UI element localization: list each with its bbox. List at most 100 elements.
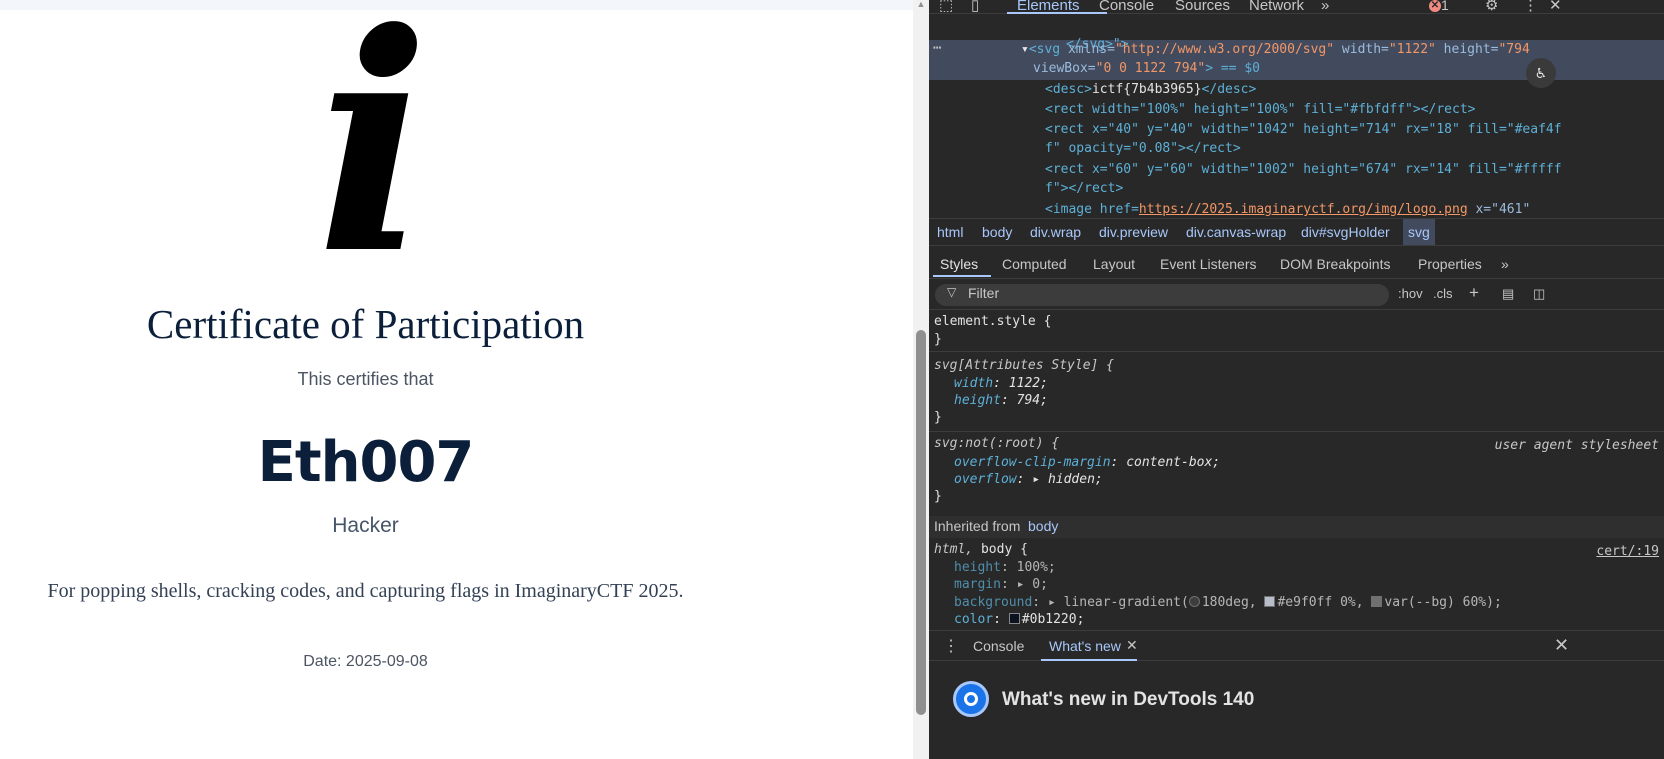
tab-properties[interactable]: Properties (1418, 256, 1482, 272)
angle-swatch-icon[interactable] (1188, 596, 1200, 607)
rule-element-style-open: element.style { (934, 314, 1052, 329)
node-actions-ellipsis-icon[interactable]: ⋯ (933, 40, 941, 56)
image-href-link[interactable]: https://2025.imaginaryctf.org/img/logo.p… (1139, 202, 1468, 217)
rule-overflow-decl[interactable]: overflow: ▸ hidden; (954, 472, 1103, 487)
drawer-tab-console[interactable]: Console (973, 638, 1024, 654)
rule-background-decl[interactable]: background: ▸ linear-gradient(180deg, #e… (954, 595, 1502, 610)
recipient-role: Hacker (332, 514, 399, 537)
tab-dom-breakpoints[interactable]: DOM Breakpoints (1280, 256, 1390, 272)
certificate-title: Certificate of Participation (146, 301, 585, 347)
rule-not-root-selector: svg:not(:root) { (934, 436, 1060, 451)
breadcrumb-div-canvas-wrap[interactable]: div.canvas-wrap (1186, 224, 1286, 240)
breadcrumb-div-wrap[interactable]: div.wrap (1030, 224, 1081, 240)
active-subtab-indicator (933, 275, 991, 277)
expand-triangle-icon[interactable]: ▾ (1021, 42, 1029, 57)
color-swatch-icon[interactable] (1264, 596, 1276, 607)
more-tabs-icon[interactable]: » (1321, 0, 1329, 14)
tab-computed[interactable]: Computed (1002, 256, 1067, 272)
page-scrollbar-thumb[interactable] (916, 330, 926, 715)
expand-triangle-icon[interactable]: ▸ (1032, 472, 1048, 487)
device-toolbar-icon[interactable]: ▯ (971, 0, 979, 14)
rule-color-decl[interactable]: color: #0b1220; (954, 612, 1084, 627)
styles-subtabs: Styles Computed Layout Event Listeners D… (929, 247, 1664, 279)
filter-placeholder: Filter (968, 285, 1000, 301)
page-scrollbar[interactable]: ▲ (913, 0, 929, 759)
breadcrumb-svg[interactable]: svg (1403, 219, 1435, 245)
chrome-devtools-logo-icon (953, 681, 989, 717)
more-options-icon[interactable]: ⋮ (1523, 0, 1538, 14)
tab-event-listeners[interactable]: Event Listeners (1160, 256, 1257, 272)
rule-html-body-selector: html, body { (934, 542, 1028, 557)
new-rule-plus-icon[interactable]: + (1469, 283, 1479, 303)
dom-line-rect-frame-cont[interactable]: f" opacity="0.08"></rect> (1045, 141, 1241, 156)
drawer-tab-whats-new[interactable]: What's new (1049, 638, 1121, 654)
inherited-from-body-link[interactable]: body (1028, 518, 1058, 534)
tab-console[interactable]: Console (1099, 0, 1154, 14)
dom-line-svg-viewbox[interactable]: viewBox="0 0 1122 794"> == $0 (1033, 61, 1260, 76)
dom-line-image[interactable]: <image href=https://2025.imaginaryctf.or… (1045, 202, 1530, 217)
whats-new-title: What's new in DevTools 140 (1002, 689, 1255, 710)
style-rules: element.style { } svg[Attributes Style] … (929, 311, 1664, 629)
scroll-up-arrow-icon[interactable]: ▲ (916, 0, 926, 9)
dom-line-rect-inner[interactable]: <rect x="60" y="60" width="1002" height=… (1045, 162, 1562, 177)
drawer-tabs: ⋮ Console What's new ✕ ✕ (929, 631, 1664, 661)
filter-funnel-icon: ▽ (947, 285, 957, 299)
accessibility-tree-icon[interactable]: ♿ (1526, 58, 1556, 88)
breadcrumb-html[interactable]: html (937, 224, 963, 240)
certificate-page: i Certificate of Participation This cert… (0, 0, 913, 759)
close-tab-icon[interactable]: ✕ (1126, 637, 1138, 654)
close-drawer-icon[interactable]: ✕ (1554, 635, 1569, 656)
expand-triangle-icon[interactable]: ▸ (1048, 595, 1064, 610)
tab-network[interactable]: Network (1249, 0, 1304, 14)
dom-line-desc[interactable]: <desc>ictf{7b4b3965}</desc> (1045, 82, 1256, 97)
rule-divider (929, 431, 1664, 432)
rule-width-decl[interactable]: width: 1122; (954, 376, 1048, 391)
tab-sources[interactable]: Sources (1175, 0, 1230, 14)
devtools-toolbar: ⬚ ▯ Elements Console Sources Network » ✕… (929, 0, 1664, 14)
tab-layout[interactable]: Layout (1093, 256, 1135, 272)
rule-attr-style-close: } (934, 410, 942, 425)
dom-line-rect-inner-cont[interactable]: f"></rect> (1045, 181, 1123, 196)
expand-triangle-icon[interactable]: ▸ (1017, 577, 1033, 592)
color-swatch-icon[interactable] (1371, 596, 1383, 607)
toggle-sidebar-icon[interactable]: ◫ (1533, 286, 1545, 302)
hover-state-toggle[interactable]: :hov (1398, 286, 1423, 301)
dom-line-svg-open[interactable]: ▾<svg xmlns="http://www.w3.org/2000/svg"… (1021, 42, 1530, 57)
error-icon[interactable]: ✕ (1429, 0, 1441, 12)
breadcrumb-div-preview[interactable]: div.preview (1099, 224, 1168, 240)
breadcrumb-body[interactable]: body (982, 224, 1012, 240)
paint-brush-icon[interactable]: ▤ (1502, 286, 1514, 302)
rule-not-root-close: } (934, 489, 942, 504)
error-count[interactable]: 1 (1441, 0, 1449, 13)
rule-element-style-close: } (934, 332, 942, 347)
tab-styles[interactable]: Styles (940, 256, 978, 272)
drawer-menu-icon[interactable]: ⋮ (943, 636, 959, 656)
rule-height-decl[interactable]: height: 794; (954, 393, 1048, 408)
recipient-name: Eth007 (257, 430, 475, 495)
drawer-active-indicator (1041, 659, 1137, 661)
settings-gear-icon[interactable]: ⚙ (1485, 0, 1498, 14)
ictf-logo: i (316, 0, 430, 320)
logo-inner-ring (964, 692, 978, 706)
inherited-from-row: Inherited from body (929, 516, 1664, 538)
rule-height-100-decl[interactable]: height: 100%; (954, 560, 1056, 575)
dom-line-rect-frame[interactable]: <rect x="40" y="40" width="1042" height=… (1045, 122, 1562, 137)
rule-margin-decl[interactable]: margin: ▸ 0; (954, 577, 1048, 592)
rule-divider (929, 351, 1664, 352)
certificate-date: Date: 2025-09-08 (303, 653, 428, 670)
more-subtabs-icon[interactable]: » (1501, 256, 1509, 272)
devtools-panel: ⬚ ▯ Elements Console Sources Network » ✕… (929, 0, 1664, 759)
inspect-element-icon[interactable]: ⬚ (939, 0, 953, 14)
breadcrumb-div-svgholder[interactable]: div#svgHolder (1301, 224, 1390, 240)
dom-line-rect-bg[interactable]: <rect width="100%" height="100%" fill="#… (1045, 102, 1475, 117)
active-tab-indicator (1007, 12, 1107, 14)
class-toggle[interactable]: .cls (1433, 286, 1453, 301)
close-devtools-icon[interactable]: ✕ (1549, 0, 1562, 14)
color-swatch-icon[interactable] (1008, 613, 1020, 624)
certifies-text: This certifies that (297, 369, 434, 389)
source-link-cert[interactable]: cert/:19 (1596, 544, 1659, 559)
rule-overflow-clip-decl[interactable]: overflow-clip-margin: content-box; (954, 455, 1220, 470)
certificate-reason: For popping shells, cracking codes, and … (47, 580, 684, 602)
dom-breadcrumb: html body div.wrap div.preview div.canva… (929, 218, 1664, 246)
styles-filter-input[interactable] (935, 284, 1389, 306)
